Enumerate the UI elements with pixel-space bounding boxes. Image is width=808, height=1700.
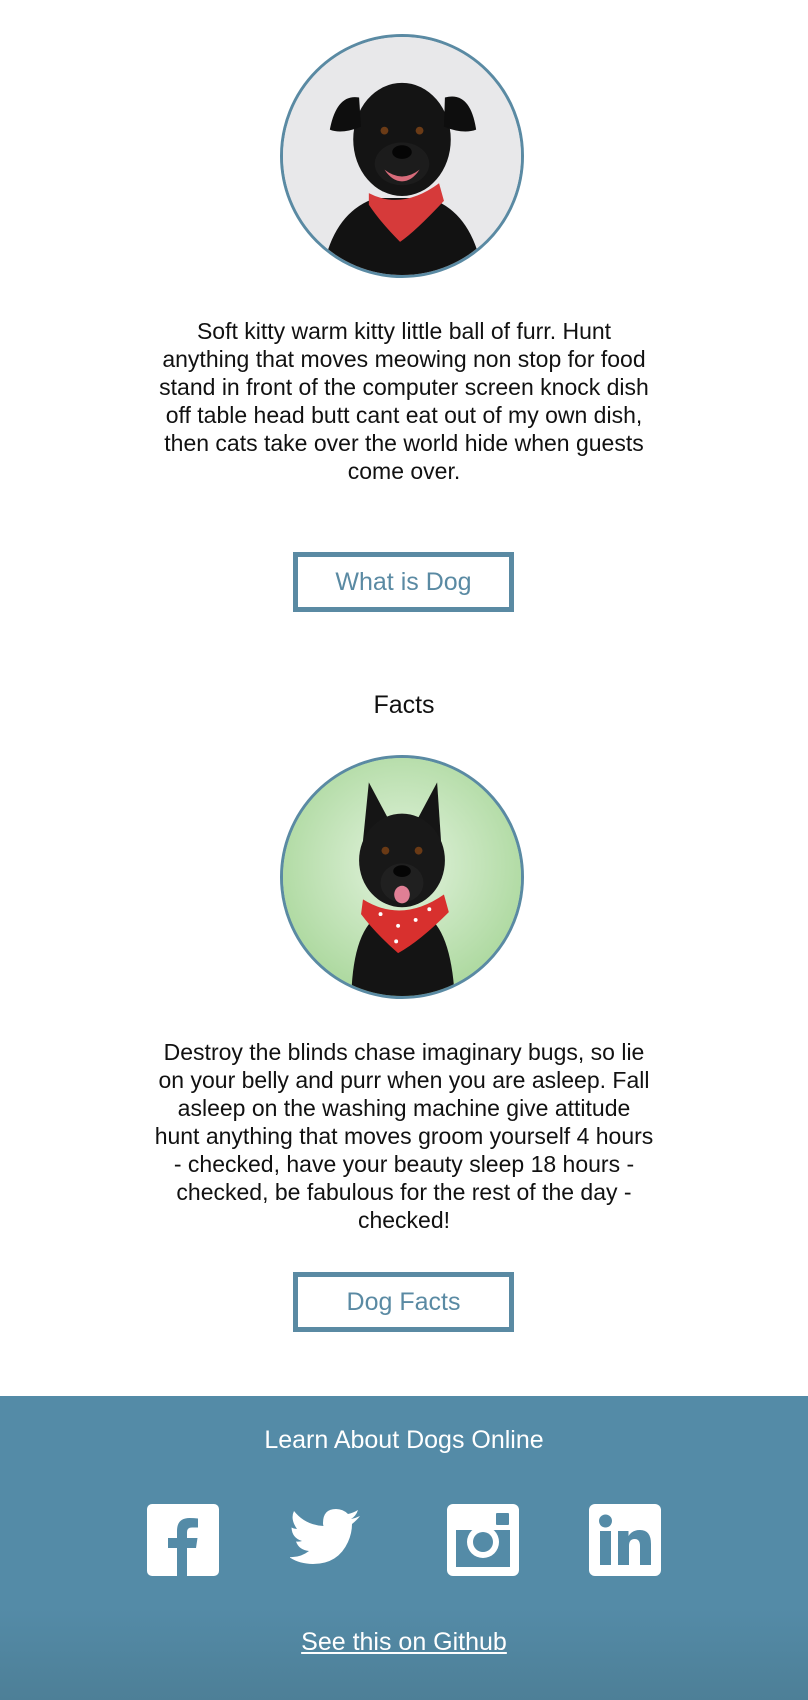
- dog-facts-button[interactable]: Dog Facts: [293, 1272, 514, 1332]
- dog-photo-2: [283, 758, 521, 996]
- footer-title: Learn About Dogs Online: [264, 1426, 544, 1454]
- social-links: [0, 1504, 808, 1576]
- what-is-dog-button[interactable]: What is Dog: [293, 552, 514, 612]
- twitter-icon[interactable]: [290, 1504, 362, 1576]
- facts-paragraph: Destroy the blinds chase imaginary bugs,…: [154, 1039, 654, 1233]
- footer: Learn About Dogs Online See this on Gith…: [0, 1396, 808, 1700]
- intro-paragraph: Soft kitty warm kitty little ball of fur…: [159, 318, 649, 484]
- dog-avatar-2: [280, 755, 524, 999]
- dog-avatar-1: [280, 34, 524, 278]
- facts-heading: Facts: [373, 691, 435, 719]
- linkedin-icon[interactable]: [589, 1504, 661, 1576]
- github-link[interactable]: See this on Github: [0, 1628, 808, 1657]
- dog-photo-1: [283, 37, 521, 275]
- facebook-icon[interactable]: [147, 1504, 219, 1576]
- page: Soft kitty warm kitty little ball of fur…: [0, 0, 808, 1700]
- instagram-icon[interactable]: [447, 1504, 519, 1576]
